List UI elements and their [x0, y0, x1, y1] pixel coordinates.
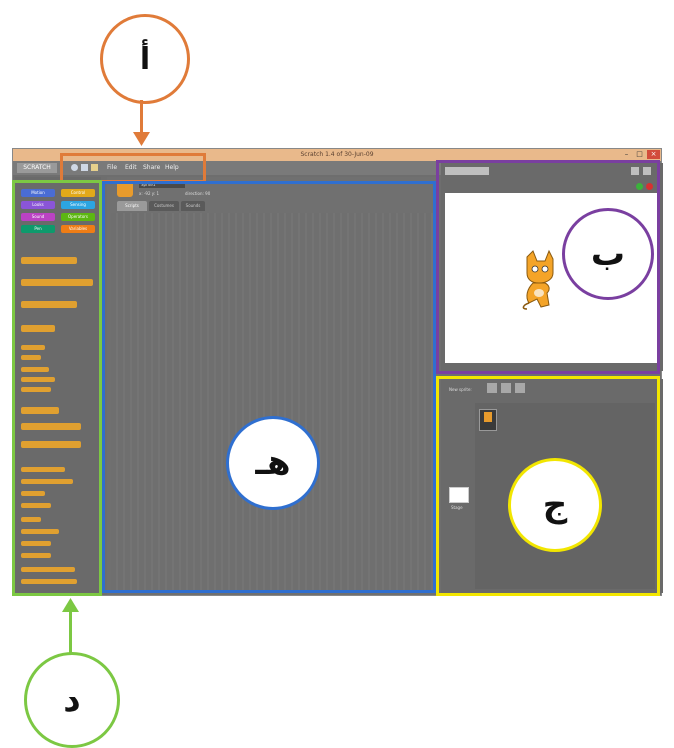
callout-ha: هـ [226, 416, 320, 510]
maximize-button[interactable]: □ [633, 150, 646, 159]
arrow-alef-shaft [140, 100, 143, 136]
scratch-logo: SCRATCH [17, 163, 57, 173]
callout-dal: د [24, 652, 120, 748]
callout-alef-label: أ [139, 41, 151, 77]
highlight-scripts-blue [102, 181, 436, 593]
arrow-dal-shaft [69, 610, 72, 654]
callout-alef: أ [100, 14, 190, 104]
callout-jim-label: ج [542, 485, 568, 525]
callout-ba: ب [562, 208, 654, 300]
minimize-button[interactable]: – [620, 150, 633, 159]
close-button[interactable]: × [647, 150, 660, 159]
highlight-palette-green [12, 180, 102, 596]
callout-ba-label: ب [590, 234, 626, 274]
arrow-alef-head [133, 132, 150, 146]
window-title: Scratch 1.4 of 30-Jun-09 [300, 151, 374, 158]
callout-ha-label: هـ [255, 443, 291, 483]
callout-dal-label: د [63, 680, 81, 720]
callout-jim: ج [508, 458, 602, 552]
highlight-menu-orange [60, 153, 206, 183]
